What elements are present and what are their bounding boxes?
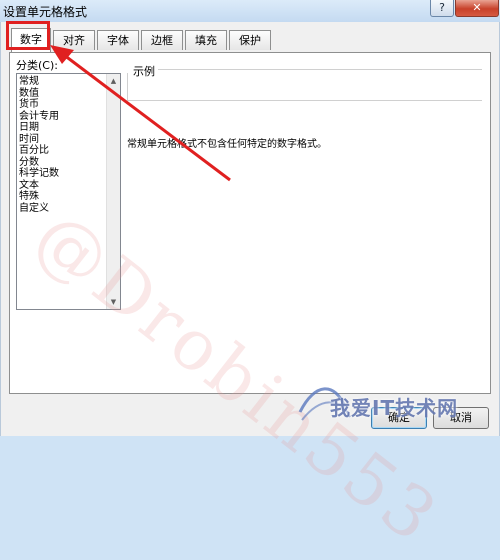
- brand-name: 我爱IT技术网: [330, 396, 459, 420]
- close-button[interactable]: ✕: [455, 0, 499, 17]
- category-item[interactable]: 文本: [19, 180, 104, 192]
- scroll-up-icon[interactable]: ▲: [107, 74, 120, 88]
- dialog-title: 设置单元格格式: [3, 5, 88, 19]
- tab-fill[interactable]: 填充: [185, 30, 227, 50]
- category-item[interactable]: 常规: [19, 76, 104, 88]
- help-button[interactable]: ?: [430, 0, 454, 17]
- category-item[interactable]: 会计专用: [19, 111, 104, 123]
- category-item[interactable]: 时间: [19, 134, 104, 146]
- title-bar: 设置单元格格式 ? ✕: [0, 0, 500, 22]
- category-item[interactable]: 科学记数: [19, 168, 104, 180]
- tab-font[interactable]: 字体: [97, 30, 139, 50]
- category-item[interactable]: 日期: [19, 122, 104, 134]
- format-description: 常规单元格格式不包含任何特定的数字格式。: [127, 139, 327, 150]
- sample-group: 示例: [127, 63, 482, 101]
- sample-label: 示例: [130, 63, 158, 79]
- tab-border[interactable]: 边框: [141, 30, 183, 50]
- category-list: 常规 数值 货币 会计专用 日期 时间 百分比 分数 科学记数 文本 特殊 自定义: [19, 76, 104, 214]
- sample-divider: [158, 69, 482, 70]
- category-item[interactable]: 特殊: [19, 191, 104, 203]
- category-item[interactable]: 货币: [19, 99, 104, 111]
- category-item[interactable]: 百分比: [19, 145, 104, 157]
- category-item[interactable]: 数值: [19, 88, 104, 100]
- tab-protection[interactable]: 保护: [229, 30, 271, 50]
- category-item[interactable]: 分数: [19, 157, 104, 169]
- annotation-highlight-box: [6, 21, 50, 50]
- category-label: 分类(C):: [16, 59, 58, 72]
- tab-alignment[interactable]: 对齐: [53, 30, 95, 50]
